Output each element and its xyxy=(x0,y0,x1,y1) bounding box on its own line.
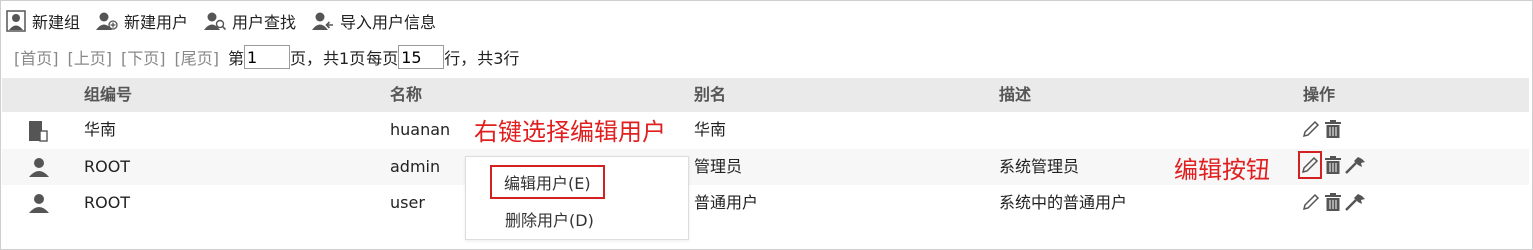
find-user-icon xyxy=(204,12,227,31)
import-users-button[interactable]: 导入用户信息 xyxy=(312,9,436,33)
per-page-suffix: 行， xyxy=(444,49,477,68)
edit-pencil-icon[interactable] xyxy=(1300,118,1322,140)
context-menu-delete-user[interactable]: 删除用户(D) xyxy=(505,207,594,231)
total-pages: 共1页 xyxy=(323,49,366,68)
find-user-button[interactable]: 用户查找 xyxy=(204,9,296,33)
row-actions xyxy=(1298,151,1366,179)
cell-name: huanan xyxy=(390,120,451,139)
table-row[interactable]: ROOT user 普通用户 系统中的普通用户 xyxy=(2,185,1529,221)
new-group-label: 新建组 xyxy=(32,13,81,32)
import-users-label: 导入用户信息 xyxy=(340,13,437,32)
toolbar: 新建组 新建用户 用户查找 导入用户信息 xyxy=(6,9,452,33)
new-group-button[interactable]: 新建组 xyxy=(6,9,80,33)
annotation-right-click: 右键选择编辑用户 xyxy=(474,118,666,146)
edit-pencil-icon[interactable] xyxy=(1300,191,1322,213)
new-user-label: 新建用户 xyxy=(124,13,189,32)
first-page-link[interactable]: [首页] xyxy=(14,45,59,69)
table-row[interactable]: ROOT admin 管理员 系统管理员 xyxy=(2,149,1529,185)
table-header: 组编号 名称 别名 描述 操作 xyxy=(2,78,1529,112)
import-users-icon xyxy=(312,12,334,30)
new-user-icon xyxy=(96,12,118,30)
find-user-label: 用户查找 xyxy=(232,13,297,32)
per-page-prefix: 每页 xyxy=(366,49,399,68)
total-rows: 共3行 xyxy=(477,49,520,68)
cell-id: 华南 xyxy=(84,120,117,139)
column-header-name[interactable]: 名称 xyxy=(390,78,422,112)
cell-name: admin xyxy=(390,157,441,176)
pagination-bar: [首页] [上页] [下页] [尾页] 第 页， 共1页 每页 行， 共3行 xyxy=(14,43,520,71)
last-page-link[interactable]: [尾页] xyxy=(175,45,220,69)
row-actions xyxy=(1300,118,1344,140)
column-header-description[interactable]: 描述 xyxy=(999,78,1031,112)
user-icon xyxy=(29,158,49,177)
cell-id: ROOT xyxy=(84,193,131,212)
context-menu: 编辑用户(E) 删除用户(D) xyxy=(465,156,689,240)
per-page-input[interactable] xyxy=(398,45,445,69)
user-icon xyxy=(29,194,49,213)
annotation-edit-button: 编辑按钮 xyxy=(1174,156,1270,184)
page-prefix: 第 xyxy=(228,49,245,68)
cell-alias: 普通用户 xyxy=(694,193,759,212)
column-header-id[interactable]: 组编号 xyxy=(84,78,132,112)
column-header-actions: 操作 xyxy=(1303,85,1336,104)
next-page-link[interactable]: [下页] xyxy=(121,45,166,69)
cell-name: user xyxy=(390,193,425,212)
table-row[interactable]: 华南 huanan 华南 xyxy=(2,112,1529,148)
cell-description: 系统管理员 xyxy=(999,157,1080,176)
delete-trash-icon[interactable] xyxy=(1322,191,1344,213)
edit-pencil-icon[interactable] xyxy=(1298,151,1322,179)
context-menu-edit-user[interactable]: 编辑用户(E) xyxy=(490,165,605,199)
cell-alias: 管理员 xyxy=(694,157,743,176)
page-number-input[interactable] xyxy=(244,45,291,69)
delete-trash-icon[interactable] xyxy=(1322,154,1344,176)
cell-description: 系统中的普通用户 xyxy=(999,193,1128,212)
delete-trash-icon[interactable] xyxy=(1322,118,1344,140)
cell-id: ROOT xyxy=(84,157,131,176)
column-header-alias[interactable]: 别名 xyxy=(694,78,726,112)
group-icon xyxy=(29,121,48,142)
cell-alias: 华南 xyxy=(694,120,727,139)
page-suffix: 页， xyxy=(290,49,323,68)
prev-page-link[interactable]: [上页] xyxy=(68,45,113,69)
new-group-icon xyxy=(6,10,26,32)
row-actions xyxy=(1300,191,1366,213)
assign-role-icon[interactable] xyxy=(1344,191,1366,213)
assign-role-icon[interactable] xyxy=(1344,154,1366,176)
new-user-button[interactable]: 新建用户 xyxy=(96,9,188,33)
